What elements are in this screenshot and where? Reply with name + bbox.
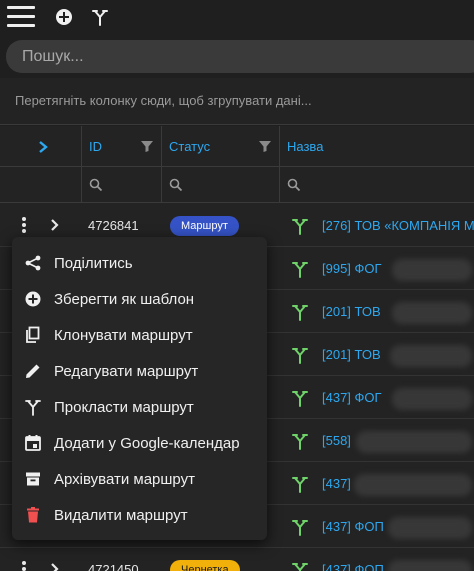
- route-fork-icon[interactable]: [88, 4, 112, 30]
- menu-item-label: Поділитись: [54, 255, 133, 272]
- more-vert-icon[interactable]: [21, 217, 27, 235]
- route-name-link[interactable]: [558]: [322, 433, 351, 448]
- redacted-text: [392, 388, 472, 410]
- redacted-text: [354, 474, 472, 496]
- calendar-icon: [25, 435, 41, 451]
- chevron-right-icon[interactable]: [37, 140, 49, 154]
- row-context-menu: Поділитись Зберегти як шаблон Клонувати …: [12, 237, 267, 540]
- filter-cell-name[interactable]: [280, 167, 474, 203]
- redacted-text: [388, 560, 472, 571]
- status-badge: Чернетка: [170, 560, 240, 571]
- search-input[interactable]: [22, 40, 462, 73]
- menu-item-build-route[interactable]: Прокласти маршрут: [12, 389, 267, 425]
- route-fork-icon: [25, 400, 41, 416]
- route-fork-icon: [292, 563, 308, 571]
- redacted-text: [392, 302, 472, 324]
- route-fork-icon: [292, 477, 308, 493]
- column-header-status[interactable]: Статус: [162, 126, 280, 167]
- route-name-link[interactable]: [995] ФОГ: [322, 261, 382, 276]
- route-fork-icon: [292, 348, 308, 364]
- chevron-right-icon[interactable]: [50, 562, 60, 571]
- column-label: Назва: [287, 139, 324, 154]
- menu-item-label: Архівувати маршрут: [54, 471, 195, 488]
- expand-all-header[interactable]: [0, 126, 82, 167]
- more-vert-icon[interactable]: [21, 561, 27, 571]
- menu-item-share[interactable]: Поділитись: [12, 245, 267, 281]
- route-fork-icon: [292, 434, 308, 450]
- route-fork-icon: [292, 219, 308, 235]
- filter-cell-empty: [0, 167, 82, 203]
- search-icon: [287, 178, 301, 192]
- route-name-link[interactable]: [437]: [322, 476, 351, 491]
- search-icon: [89, 178, 103, 192]
- archive-icon: [26, 472, 40, 486]
- route-name-link[interactable]: [276] ТОВ «КОМПАНІЯ М: [322, 218, 474, 233]
- menu-item-label: Зберегти як шаблон: [54, 291, 195, 308]
- add-circle-icon[interactable]: [52, 4, 76, 30]
- route-name-link[interactable]: [437] ФОП: [322, 562, 384, 571]
- search-icon: [169, 178, 183, 192]
- menu-item-edit[interactable]: Редагувати маршрут: [12, 353, 267, 389]
- route-name-link[interactable]: [201] ТОВ: [322, 304, 381, 319]
- menu-item-clone[interactable]: Клонувати маршрут: [12, 317, 267, 353]
- menu-item-delete[interactable]: Видалити маршрут: [12, 497, 267, 533]
- menu-item-archive[interactable]: Архівувати маршрут: [12, 461, 267, 497]
- route-fork-icon: [292, 520, 308, 536]
- table-row[interactable]: 4721450 Чернетка [437] ФОП: [0, 548, 474, 571]
- route-fork-icon: [292, 305, 308, 321]
- menu-item-google-calendar[interactable]: Додати у Google-календар: [12, 425, 267, 461]
- filter-cell-id[interactable]: [82, 167, 162, 203]
- chevron-right-icon[interactable]: [50, 218, 60, 232]
- filter-icon[interactable]: [140, 139, 154, 153]
- row-id: 4721450: [88, 562, 139, 571]
- redacted-text: [392, 259, 472, 281]
- redacted-text: [390, 345, 472, 367]
- redacted-text: [356, 431, 472, 453]
- pencil-icon: [26, 364, 40, 378]
- route-fork-icon: [292, 391, 308, 407]
- filter-cell-status[interactable]: [162, 167, 280, 203]
- route-name-link[interactable]: [437] ФОП: [322, 519, 384, 534]
- row-id: 4726841: [88, 218, 139, 233]
- status-badge: Маршрут: [170, 216, 239, 236]
- hamburger-icon[interactable]: [4, 4, 36, 30]
- add-circle-icon: [25, 291, 41, 307]
- menu-item-label: Клонувати маршрут: [54, 327, 193, 344]
- menu-item-label: Додати у Google-календар: [54, 435, 240, 452]
- route-name-link[interactable]: [201] ТОВ: [322, 347, 381, 362]
- filter-icon[interactable]: [258, 139, 272, 153]
- share-icon: [25, 255, 41, 271]
- copy-icon: [26, 326, 40, 343]
- column-header-name[interactable]: Назва: [280, 126, 474, 167]
- menu-item-label: Видалити маршрут: [54, 507, 188, 524]
- menu-item-save-template[interactable]: Зберегти як шаблон: [12, 281, 267, 317]
- menu-item-label: Прокласти маршрут: [54, 399, 194, 416]
- menu-item-label: Редагувати маршрут: [54, 363, 199, 380]
- route-fork-icon: [292, 262, 308, 278]
- column-label: Статус: [169, 139, 211, 154]
- route-name-link[interactable]: [437] ФОГ: [322, 390, 382, 405]
- group-hint: Перетягніть колонку сюди, щоб згрупувати…: [15, 93, 312, 108]
- column-label: ID: [89, 139, 102, 154]
- top-toolbar: [0, 0, 474, 34]
- column-header-id[interactable]: ID: [82, 126, 162, 167]
- trash-icon: [27, 507, 39, 523]
- search-bar[interactable]: [6, 40, 474, 73]
- group-by-panel[interactable]: Перетягніть колонку сюди, щоб згрупувати…: [0, 78, 474, 125]
- redacted-text: [388, 517, 472, 539]
